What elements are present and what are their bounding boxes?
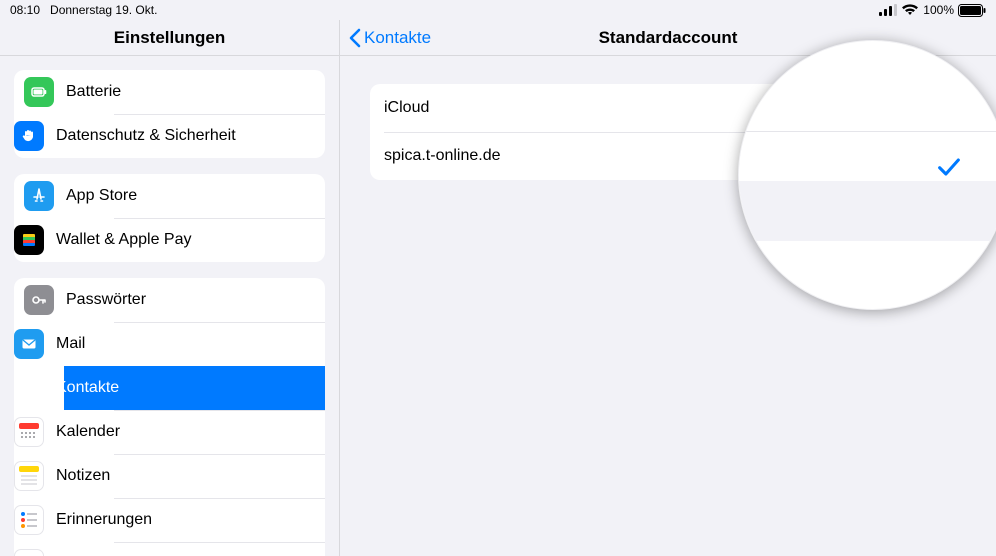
- sidebar-group: Batterie Datenschutz & Sicherheit: [14, 70, 325, 158]
- sidebar-item-label: Datenschutz & Sicherheit: [56, 127, 236, 145]
- appstore-icon: [24, 181, 54, 211]
- status-bar: 08:10 Donnerstag 19. Okt. 100%: [0, 0, 996, 20]
- wallet-icon: [14, 225, 44, 255]
- sidebar-group: App Store Wallet & Apple Pay: [14, 174, 325, 262]
- sidebar-item-batterie[interactable]: Batterie: [14, 70, 325, 114]
- sidebar-item-datenschutz[interactable]: Datenschutz & Sicherheit: [64, 114, 325, 158]
- cellular-icon: [879, 4, 897, 16]
- account-row-icloud[interactable]: iCloud: [370, 84, 966, 132]
- account-list: iCloud spica.t-online.de: [370, 84, 966, 180]
- status-time: 08:10: [10, 3, 40, 17]
- sidebar-item-label: App Store: [66, 187, 137, 205]
- sidebar-item-passwoerter[interactable]: Passwörter: [14, 278, 325, 322]
- sidebar-item-label: Erinnerungen: [56, 511, 152, 529]
- sidebar-item-mail[interactable]: Mail: [64, 322, 325, 366]
- mail-icon: [14, 329, 44, 359]
- notes-icon: [14, 461, 44, 491]
- battery-icon: [24, 77, 54, 107]
- sidebar-item-label: Kalender: [56, 423, 120, 441]
- sidebar-item-label: Notizen: [56, 467, 110, 485]
- wifi-icon: [901, 4, 919, 16]
- sidebar-item-label: Kontakte: [56, 379, 119, 397]
- settings-sidebar: Einstellungen Batterie Datenschutz &: [0, 20, 340, 556]
- detail-header: Kontakte Standardaccount: [340, 20, 996, 56]
- sidebar-item-label: Passwörter: [66, 291, 146, 309]
- sidebar-item-label: Batterie: [66, 83, 121, 101]
- sidebar-item-label: Wallet & Apple Pay: [56, 231, 191, 249]
- sidebar-item-kalender[interactable]: Kalender: [64, 410, 325, 454]
- status-date: Donnerstag 19. Okt.: [50, 3, 157, 17]
- sidebar-title: Einstellungen: [0, 20, 339, 56]
- calendar-icon: [14, 417, 44, 447]
- sidebar-item-wallet[interactable]: Wallet & Apple Pay: [64, 218, 325, 262]
- battery-percent: 100%: [923, 3, 954, 17]
- sidebar-group: Passwörter Mail Kontakte: [14, 278, 325, 556]
- detail-title: Standardaccount: [599, 28, 738, 48]
- detail-panel: Kontakte Standardaccount iCloud spica.t-…: [340, 20, 996, 556]
- sidebar-item-notizen[interactable]: Notizen: [64, 454, 325, 498]
- freeform-icon: [14, 549, 44, 556]
- account-label: spica.t-online.de: [384, 147, 501, 165]
- back-button[interactable]: Kontakte: [340, 28, 431, 48]
- key-icon: [24, 285, 54, 315]
- sidebar-item-appstore[interactable]: App Store: [14, 174, 325, 218]
- back-label: Kontakte: [364, 28, 431, 48]
- contacts-icon: [14, 373, 44, 403]
- checkmark-icon: [934, 147, 952, 165]
- account-row-spica[interactable]: spica.t-online.de: [370, 132, 966, 180]
- reminders-icon: [14, 505, 44, 535]
- sidebar-item-label: Mail: [56, 335, 85, 353]
- chevron-left-icon: [348, 28, 362, 48]
- sidebar-item-freeform[interactable]: Freeform: [64, 542, 325, 556]
- sidebar-item-kontakte[interactable]: Kontakte: [64, 366, 325, 410]
- battery-icon: [958, 4, 986, 17]
- sidebar-item-erinnerungen[interactable]: Erinnerungen: [64, 498, 325, 542]
- account-label: iCloud: [384, 99, 429, 117]
- hand-icon: [14, 121, 44, 151]
